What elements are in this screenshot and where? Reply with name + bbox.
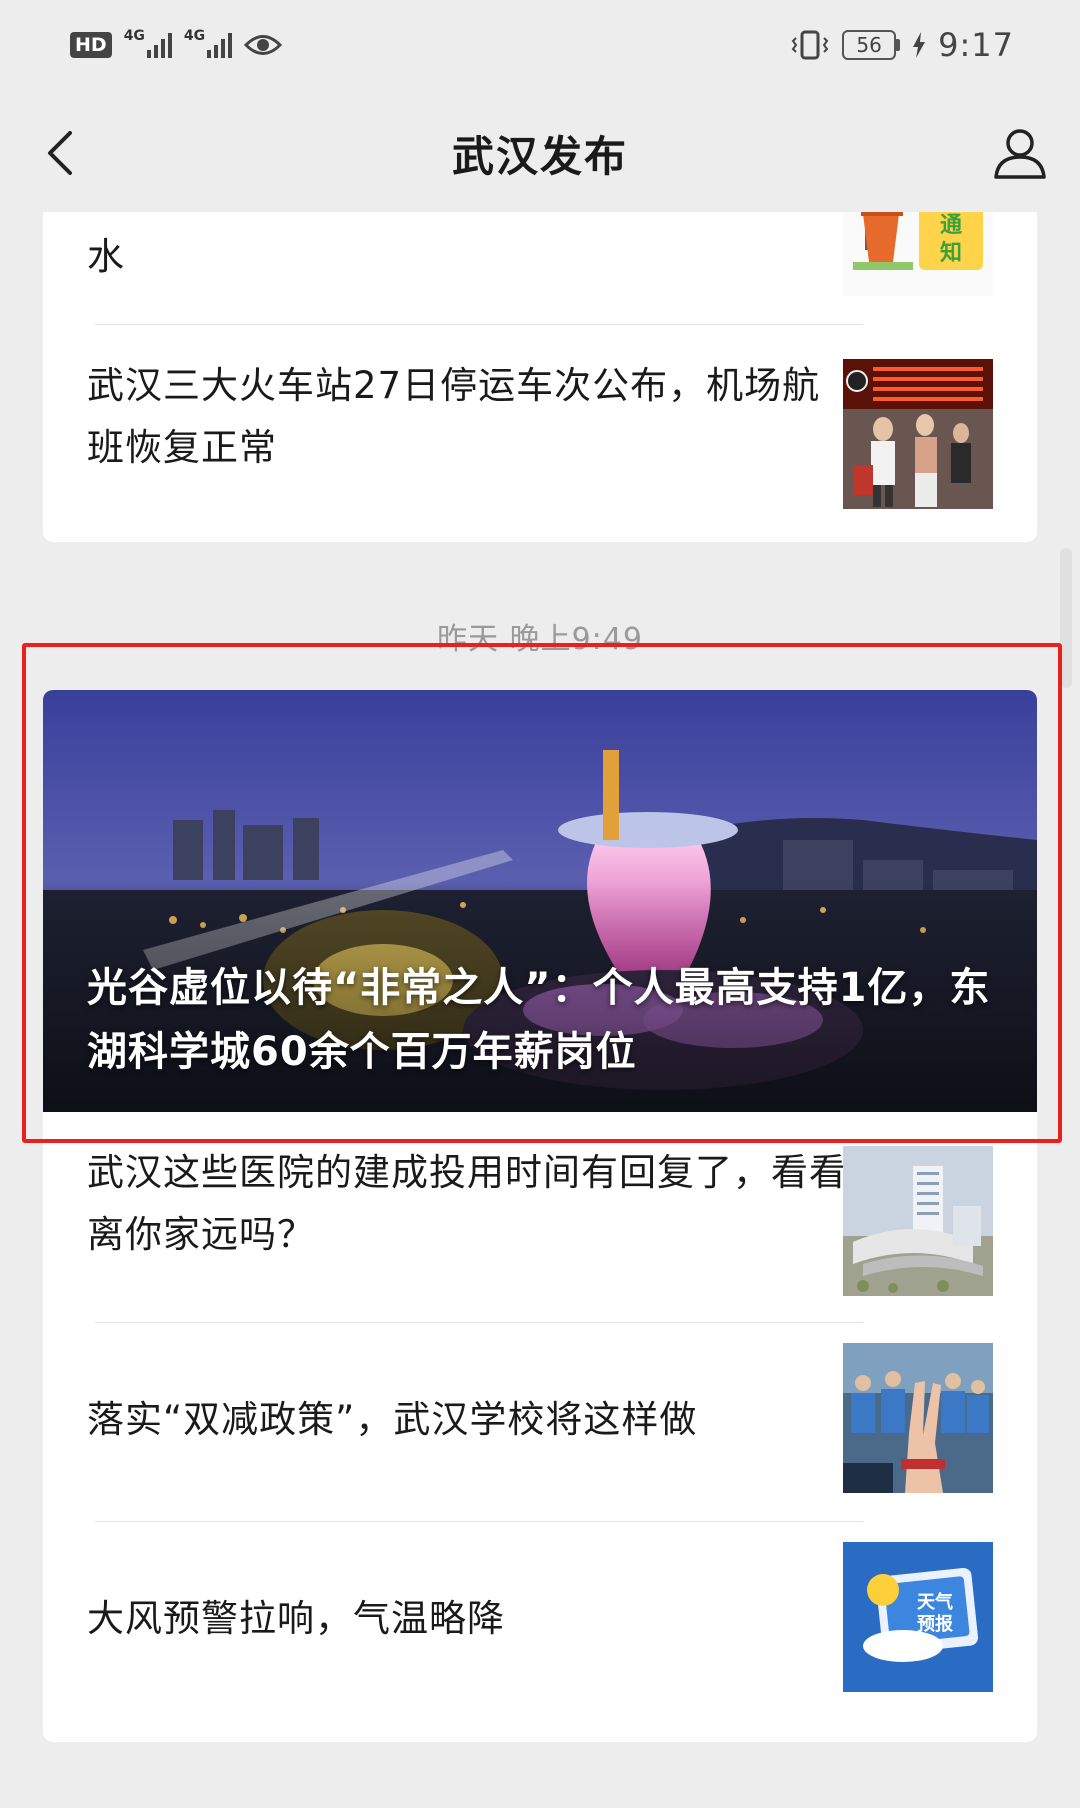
notice-label-2: 知: [940, 240, 962, 266]
list-item[interactable]: 武汉三大火车站27日停运车次公布，机场航班恢复正常: [43, 325, 1037, 542]
list-item[interactable]: 武汉这些医院的建成投用时间有回复了，看看离你家远吗？: [43, 1112, 1037, 1322]
battery-icon: 56: [842, 30, 901, 60]
hero-article[interactable]: 光谷虚位以待“非常之人”：个人最高支持1亿，东湖科学城60余个百万年薪岗位: [43, 690, 1037, 1112]
hospital-photo: [843, 1146, 993, 1296]
hero-title: 光谷虚位以待“非常之人”：个人最高支持1亿，东湖科学城60余个百万年薪岗位: [87, 965, 991, 1075]
article-thumbnail: [843, 1146, 993, 1296]
network-label-2: 4G: [183, 28, 206, 44]
status-bar: HD 4G 4G 56 9:17: [0, 0, 1080, 90]
user-icon: [994, 129, 1046, 179]
weather-forecast-illustration: 天气 预报: [843, 1542, 993, 1692]
hd-badge: HD: [70, 32, 112, 58]
list-item[interactable]: 落实“双减政策”，武汉学校将这样做: [43, 1323, 1037, 1521]
chevron-left-icon: [48, 131, 72, 175]
nav-bar: 武汉发布: [0, 95, 1080, 211]
article-title: 水: [87, 235, 125, 278]
notice-label-1: 通: [940, 213, 962, 238]
list-item[interactable]: 大风预警拉响，气温略降 天气 预报: [43, 1522, 1037, 1742]
forecast-label: 预报: [917, 1613, 953, 1635]
classroom-photo: [843, 1343, 993, 1493]
article-title: 武汉这些医院的建成投用时间有回复了，看看离你家远吗？: [87, 1151, 847, 1256]
clock: 9:17: [938, 26, 1014, 64]
notice-illustration: 通 知: [843, 212, 993, 296]
article-thumbnail: [843, 359, 993, 509]
battery-level: 56: [842, 30, 897, 60]
profile-button[interactable]: [988, 121, 1052, 185]
signal-icon-2: 4G: [184, 28, 233, 58]
vibrate-icon: [791, 30, 829, 60]
list-item[interactable]: 水 通 知: [43, 212, 1037, 324]
status-left: HD 4G 4G: [70, 28, 283, 58]
signal-icon: 4G: [124, 28, 172, 58]
article-card-main: 光谷虚位以待“非常之人”：个人最高支持1亿，东湖科学城60余个百万年薪岗位 武汉…: [43, 690, 1037, 1742]
back-button[interactable]: [32, 125, 88, 181]
article-thumbnail: 通 知: [843, 212, 993, 296]
weather-label: 天气: [917, 1591, 953, 1613]
article-thumbnail: 天气 预报: [843, 1542, 993, 1692]
page-title: 武汉发布: [451, 131, 628, 181]
article-thumbnail: [843, 1343, 993, 1493]
article-card-previous: 水 通 知 武汉三大火车站27日停运车次公布，机场航班恢复正常: [43, 212, 1037, 542]
status-right: 56 9:17: [790, 26, 1014, 64]
train-station-photo: [843, 359, 993, 509]
charging-icon: [913, 32, 926, 58]
article-title: 武汉三大火车站27日停运车次公布，机场航班恢复正常: [87, 364, 821, 469]
message-timestamp: 昨天 晚上9:49: [437, 622, 643, 657]
eye-icon: [244, 35, 283, 55]
article-title: 大风预警拉响，气温略降: [87, 1597, 505, 1640]
network-label: 4G: [123, 28, 145, 44]
article-title: 落实“双减政策”，武汉学校将这样做: [87, 1398, 698, 1441]
